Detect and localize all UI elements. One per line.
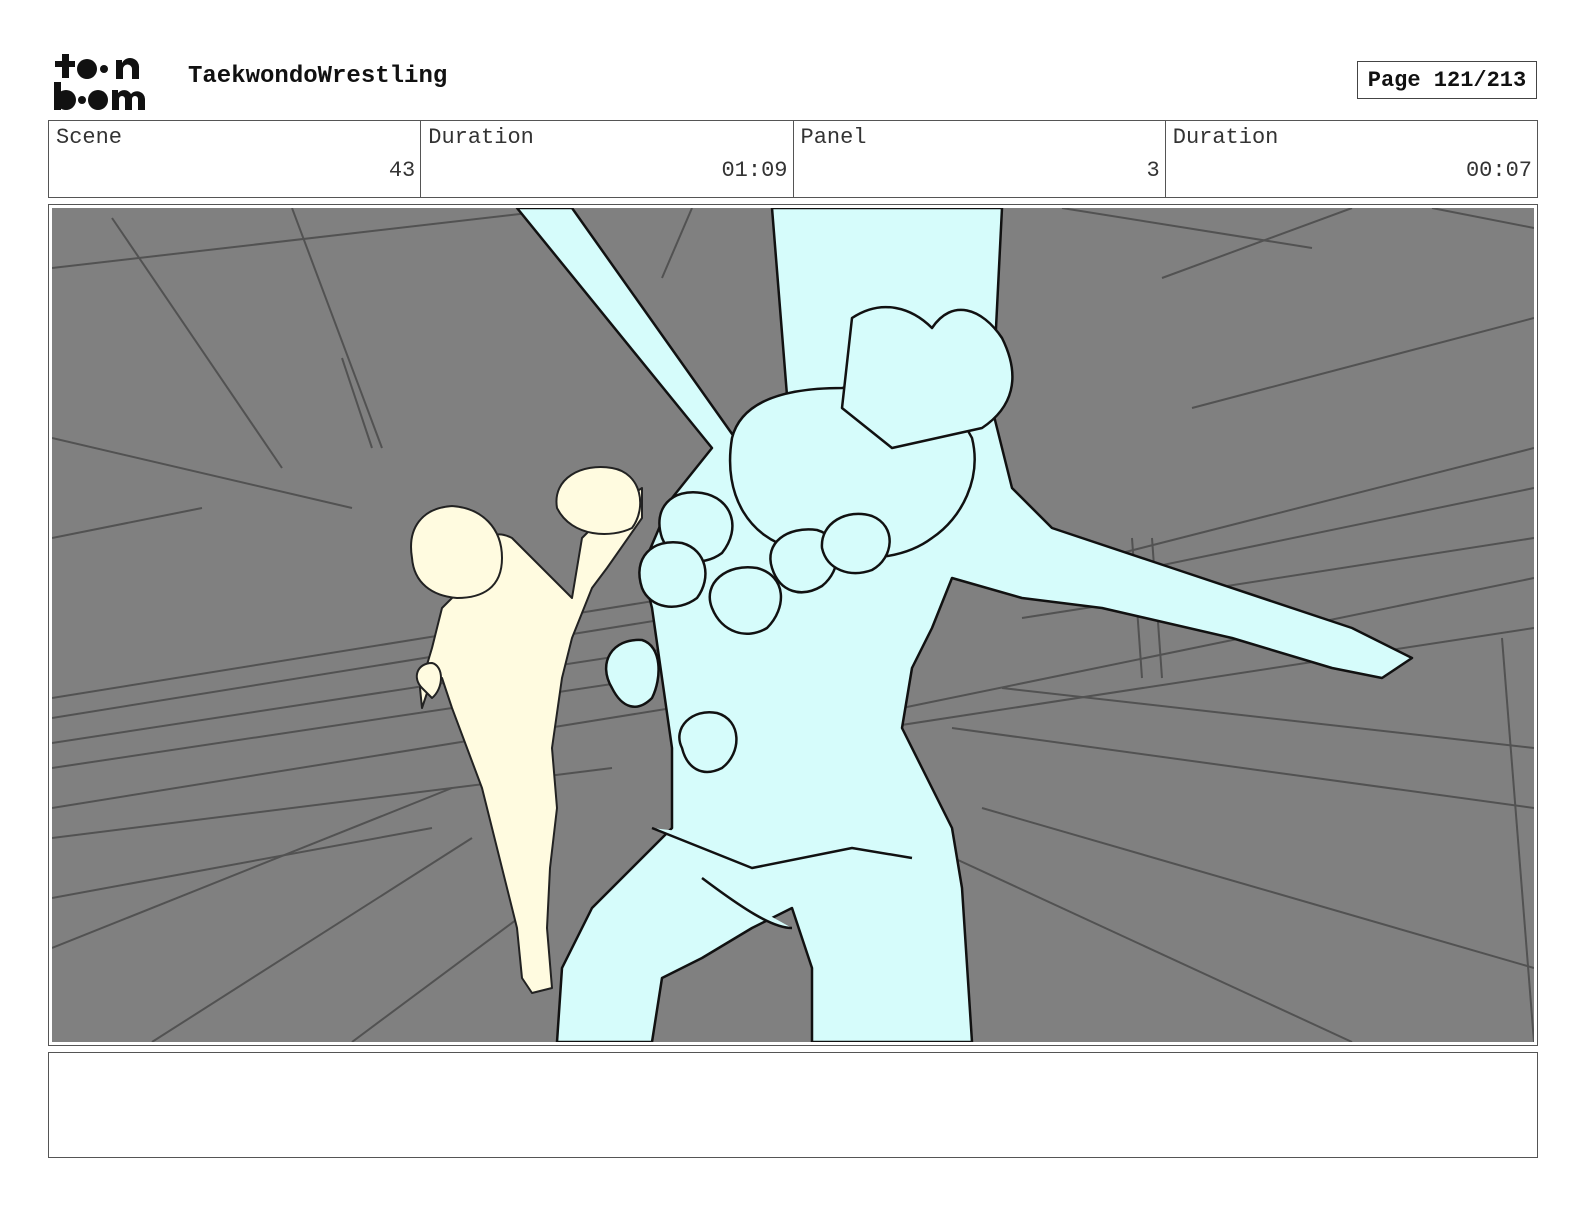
panel-cell: Panel 3 xyxy=(794,121,1166,197)
scene-duration-cell: Duration 01:09 xyxy=(421,121,794,197)
toon-boom-logo xyxy=(52,52,164,112)
scene-duration-value: 01:09 xyxy=(721,158,788,183)
panel-info-row: Scene 43 Duration 01:09 Panel 3 Duration… xyxy=(48,120,1538,198)
page-indicator: Page 121/213 xyxy=(1357,61,1537,99)
storyboard-panel xyxy=(48,204,1538,1046)
panel-duration-label: Duration xyxy=(1172,125,1279,150)
panel-duration-cell: Duration 00:07 xyxy=(1166,121,1537,197)
scene-label: Scene xyxy=(56,125,123,150)
scene-duration-label: Duration xyxy=(428,125,534,150)
scene-cell: Scene 43 xyxy=(49,121,422,197)
panel-drawing xyxy=(52,208,1534,1042)
panel-notes-box xyxy=(48,1052,1538,1158)
project-title: TaekwondoWrestling xyxy=(188,63,448,90)
panel-duration-value: 00:07 xyxy=(1465,158,1532,183)
scene-value: 43 xyxy=(388,158,416,183)
panel-value: 3 xyxy=(1146,158,1160,183)
panel-label: Panel xyxy=(800,125,867,150)
